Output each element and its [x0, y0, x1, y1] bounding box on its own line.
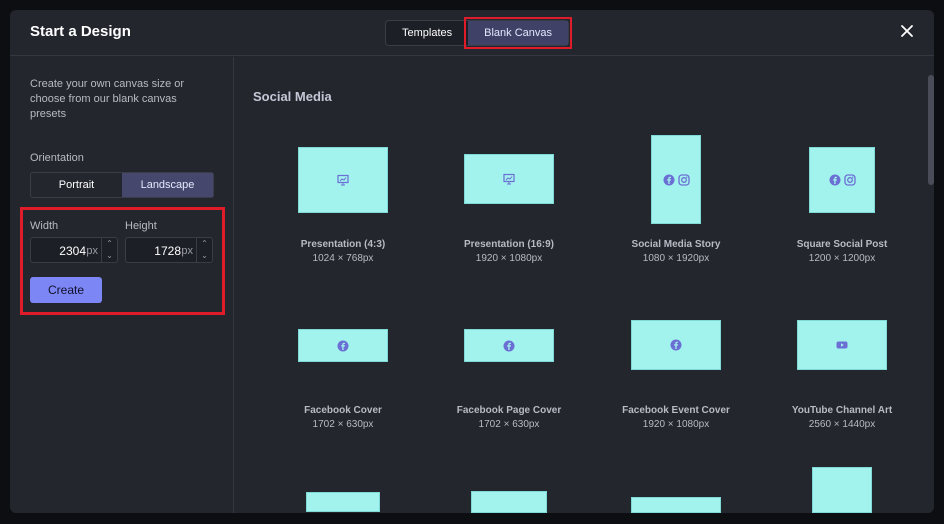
preset-card[interactable]: Facebook Event Cover 1920 × 1080px	[592, 293, 760, 433]
preset-card[interactable]: Square Social Post 1200 × 1200px	[758, 127, 926, 267]
preset-thumbnail	[464, 154, 554, 204]
height-label: Height	[125, 220, 157, 232]
preset-name: Facebook Cover	[304, 405, 382, 416]
preset-card[interactable]: Presentation (4:3) 1024 × 768px	[259, 127, 427, 267]
chevron-down-icon[interactable]: ⌄	[102, 250, 117, 262]
preset-thumbnail	[651, 135, 701, 224]
facebook-icon	[337, 340, 349, 351]
dimensions-panel: Width 2304 px ⌃ ⌄ Height 1728 px ⌃ ⌄ Cre…	[20, 207, 225, 315]
chevron-up-icon[interactable]: ⌃	[197, 238, 212, 250]
width-field[interactable]: 2304 px ⌃ ⌄	[30, 237, 118, 263]
presentation-icon	[337, 174, 349, 186]
instagram-icon	[677, 173, 690, 186]
preset-name: Square Social Post	[796, 239, 888, 250]
modal-header: Start a Design Templates Blank Canvas	[10, 10, 934, 56]
height-value: 1728	[154, 244, 181, 258]
presets-panel: Social Media Presentation (4:3) 1024 × 7…	[235, 57, 934, 513]
preset-thumbnail	[631, 320, 721, 370]
orientation-portrait-button[interactable]: Portrait	[31, 173, 122, 197]
facebook-icon	[670, 339, 682, 351]
canvas-settings-sidebar: Create your own canvas size or choose fr…	[10, 57, 234, 513]
design-tabs: Templates Blank Canvas	[385, 17, 573, 49]
preset-name: Facebook Event Cover	[622, 405, 730, 416]
width-value: 2304	[59, 244, 86, 258]
preset-thumbnail	[809, 147, 875, 213]
preset-thumbnail	[298, 329, 388, 362]
preset-thumbnail	[464, 329, 554, 362]
preset-size: 1702 × 630px	[478, 419, 540, 430]
height-field[interactable]: 1728 px ⌃ ⌄	[125, 237, 213, 263]
preset-size: 1024 × 768px	[312, 253, 374, 264]
preset-name: Social Media Story	[631, 239, 721, 250]
preset-card[interactable]: Social Media Story 1080 × 1920px	[592, 127, 760, 267]
preset-card[interactable]: Presentation (16:9) 1920 × 1080px	[425, 127, 593, 267]
preset-thumbnail	[797, 320, 887, 370]
orientation-label: Orientation	[30, 152, 84, 164]
preset-name: Presentation (4:3)	[300, 239, 386, 250]
preset-size: 2560 × 1440px	[808, 419, 876, 430]
chevron-up-icon[interactable]: ⌃	[102, 238, 117, 250]
preset-size: 1920 × 1080px	[642, 419, 710, 430]
preset-card[interactable]: YouTube Channel Art 2560 × 1440px	[758, 293, 926, 433]
orientation-toggle: Portrait Landscape	[30, 172, 214, 198]
youtube-icon	[836, 341, 848, 349]
width-stepper: ⌃ ⌄	[101, 238, 117, 262]
width-label: Width	[30, 220, 59, 232]
facebook-icon	[503, 340, 515, 351]
tab-blank-canvas[interactable]: Blank Canvas	[464, 17, 573, 49]
presentation-icon	[503, 173, 515, 185]
height-unit: px	[181, 245, 193, 257]
preset-thumbnail	[298, 147, 388, 213]
preset-size: 1702 × 630px	[312, 419, 374, 430]
facebook-icon	[663, 174, 674, 185]
instagram-icon	[843, 174, 856, 186]
preset-size: 1080 × 1920px	[642, 253, 710, 264]
preset-size: 1200 × 1200px	[808, 253, 876, 264]
preset-thumbnail[interactable]	[471, 491, 547, 513]
preset-thumbnail[interactable]	[631, 497, 721, 513]
height-stepper: ⌃ ⌄	[196, 238, 212, 262]
tab-templates[interactable]: Templates	[386, 21, 468, 45]
chevron-down-icon[interactable]: ⌄	[197, 250, 212, 262]
width-unit: px	[86, 245, 98, 257]
preset-name: Facebook Page Cover	[456, 405, 562, 416]
modal-title: Start a Design	[30, 23, 131, 40]
close-icon[interactable]	[900, 24, 914, 38]
facebook-icon	[829, 174, 840, 186]
preset-thumbnail[interactable]	[306, 492, 380, 512]
preset-size: 1920 × 1080px	[475, 253, 543, 264]
sidebar-description: Create your own canvas size or choose fr…	[30, 78, 185, 120]
preset-name: YouTube Channel Art	[791, 405, 893, 416]
scrollbar-thumb[interactable]	[928, 75, 934, 185]
orientation-landscape-button[interactable]: Landscape	[122, 173, 213, 197]
create-button[interactable]: Create	[30, 277, 102, 303]
preset-thumbnail[interactable]	[812, 467, 872, 513]
start-design-modal: Start a Design Templates Blank Canvas Cr…	[10, 10, 934, 513]
preset-card[interactable]: Facebook Page Cover 1702 × 630px	[425, 293, 593, 433]
section-title: Social Media	[253, 89, 332, 104]
preset-card[interactable]: Facebook Cover 1702 × 630px	[259, 293, 427, 433]
preset-name: Presentation (16:9)	[463, 239, 555, 250]
